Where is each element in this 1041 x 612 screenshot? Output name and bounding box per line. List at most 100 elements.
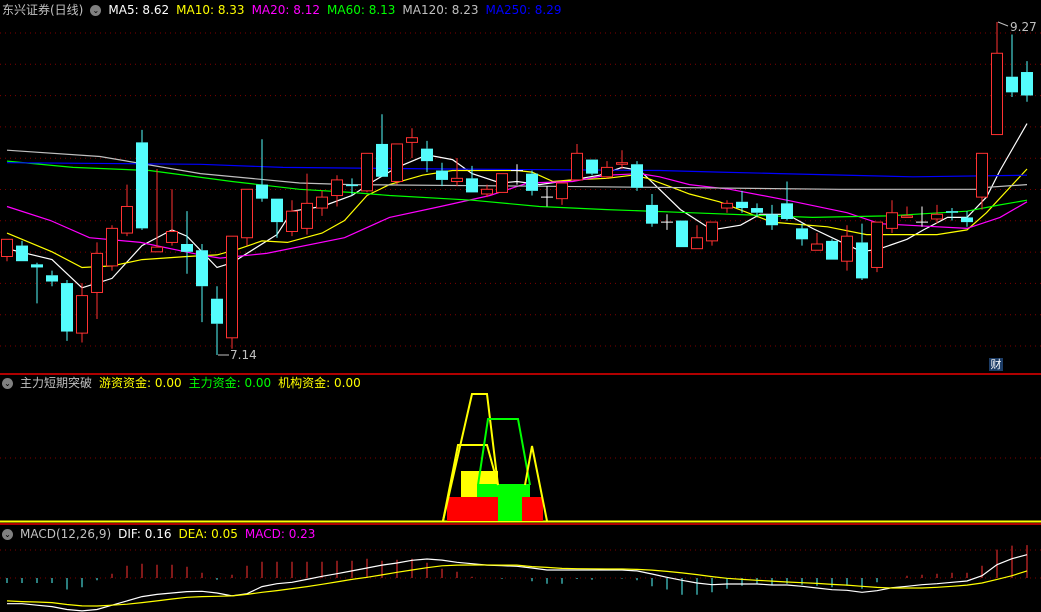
dea-line bbox=[6, 564, 1028, 607]
dif-line bbox=[7, 554, 1028, 612]
candle-body bbox=[1006, 76, 1018, 93]
candle-body bbox=[286, 210, 298, 232]
candle-down bbox=[256, 139, 268, 202]
candle-down bbox=[31, 262, 43, 304]
candle-body bbox=[436, 170, 448, 180]
red-block bbox=[522, 497, 543, 521]
candle-up bbox=[106, 225, 118, 271]
candle-body bbox=[406, 137, 418, 143]
candle-body bbox=[946, 211, 958, 213]
candle-up bbox=[361, 152, 373, 193]
candle-doji bbox=[661, 214, 673, 230]
candle-down bbox=[271, 198, 283, 238]
candle-up bbox=[406, 128, 418, 159]
candle-body bbox=[901, 215, 913, 218]
candle-body bbox=[31, 264, 43, 268]
macd-title[interactable]: MACD(12,26,9) bbox=[20, 526, 111, 542]
chevron-down-icon[interactable]: ⌄ bbox=[2, 528, 13, 540]
candle-body bbox=[586, 159, 598, 174]
candle-body bbox=[301, 202, 313, 229]
candle-body bbox=[796, 228, 808, 240]
candle-body bbox=[391, 143, 403, 182]
legend-value: 主力资金: 0.00 bbox=[188, 376, 272, 390]
candle-up bbox=[991, 22, 1003, 136]
candle-body bbox=[991, 52, 1003, 136]
candle-up bbox=[76, 283, 88, 343]
candle-body bbox=[466, 178, 478, 193]
candle-down bbox=[196, 244, 208, 323]
candle-body bbox=[91, 252, 103, 293]
candle-down bbox=[796, 223, 808, 246]
candle-down bbox=[376, 114, 388, 177]
candle-body bbox=[871, 221, 883, 268]
candle-up bbox=[811, 233, 823, 251]
candle-body bbox=[481, 188, 493, 195]
candle-body bbox=[616, 162, 628, 165]
candle-down bbox=[181, 211, 193, 274]
legend-value: DIF: 0.16 bbox=[118, 527, 172, 541]
candle-body bbox=[196, 250, 208, 287]
candle-body bbox=[571, 152, 583, 181]
candle-body bbox=[691, 237, 703, 250]
candle-body bbox=[886, 212, 898, 229]
candle-body bbox=[331, 179, 343, 197]
chevron-down-icon[interactable]: ⌄ bbox=[90, 4, 102, 16]
candle-body bbox=[1021, 72, 1033, 96]
candle-body bbox=[556, 182, 568, 200]
candle-down bbox=[466, 165, 478, 193]
candle-body bbox=[106, 227, 118, 267]
candle-up bbox=[121, 184, 133, 237]
candle-up bbox=[1, 238, 13, 262]
candle-body bbox=[841, 235, 853, 262]
candle-down bbox=[586, 159, 598, 176]
red-block bbox=[447, 497, 498, 521]
stock-chart-canvas[interactable] bbox=[0, 0, 1041, 612]
candle-body bbox=[211, 298, 223, 324]
candle-up bbox=[601, 161, 613, 179]
candle-body bbox=[781, 203, 793, 219]
candle-body bbox=[346, 184, 358, 187]
candle-body bbox=[736, 201, 748, 209]
candle-down bbox=[421, 140, 433, 173]
candle-body bbox=[646, 204, 658, 224]
candle-body bbox=[61, 283, 73, 332]
candle-doji bbox=[541, 186, 553, 207]
candle-up bbox=[226, 235, 238, 349]
candle-down bbox=[436, 162, 448, 187]
candle-up bbox=[886, 200, 898, 234]
candle-down bbox=[631, 161, 643, 191]
candle-down bbox=[1006, 34, 1018, 98]
candlesticks bbox=[1, 22, 1033, 355]
high-arrow-icon bbox=[997, 21, 1009, 27]
candle-body bbox=[376, 143, 388, 177]
candle-down bbox=[136, 129, 148, 230]
candle-up bbox=[166, 189, 178, 246]
candle-up bbox=[901, 206, 913, 218]
candle-down bbox=[856, 223, 868, 280]
stock-title: 东兴证券(日线) bbox=[2, 3, 84, 17]
candle-body bbox=[256, 184, 268, 199]
candle-body bbox=[631, 164, 643, 188]
candle-body bbox=[151, 246, 163, 253]
chevron-down-icon[interactable]: ⌄ bbox=[2, 377, 13, 389]
legend-value: MA60: 8.13 bbox=[327, 3, 396, 17]
candle-down bbox=[16, 240, 28, 262]
candle-up bbox=[571, 143, 583, 181]
candle-up bbox=[286, 200, 298, 237]
candle-body bbox=[601, 166, 613, 178]
candle-up bbox=[871, 221, 883, 273]
legend-value: MACD: 0.23 bbox=[244, 527, 316, 541]
indicator-title[interactable]: 主力短期突破 bbox=[20, 375, 92, 391]
candle-body bbox=[766, 214, 778, 226]
candle-down bbox=[646, 193, 658, 227]
candle-up bbox=[451, 158, 463, 187]
legend-value: 机构资金: 0.00 bbox=[278, 376, 361, 390]
candle-body bbox=[226, 235, 238, 339]
candle-body bbox=[166, 230, 178, 243]
high-price-label: 9.27 bbox=[1010, 20, 1037, 34]
candle-down bbox=[766, 204, 778, 230]
macd-legend: DIF: 0.16 DEA: 0.05 MACD: 0.23 bbox=[118, 526, 315, 542]
candle-down bbox=[526, 170, 538, 196]
finance-badge[interactable]: 财 bbox=[989, 358, 1003, 371]
candle-body bbox=[316, 196, 328, 209]
